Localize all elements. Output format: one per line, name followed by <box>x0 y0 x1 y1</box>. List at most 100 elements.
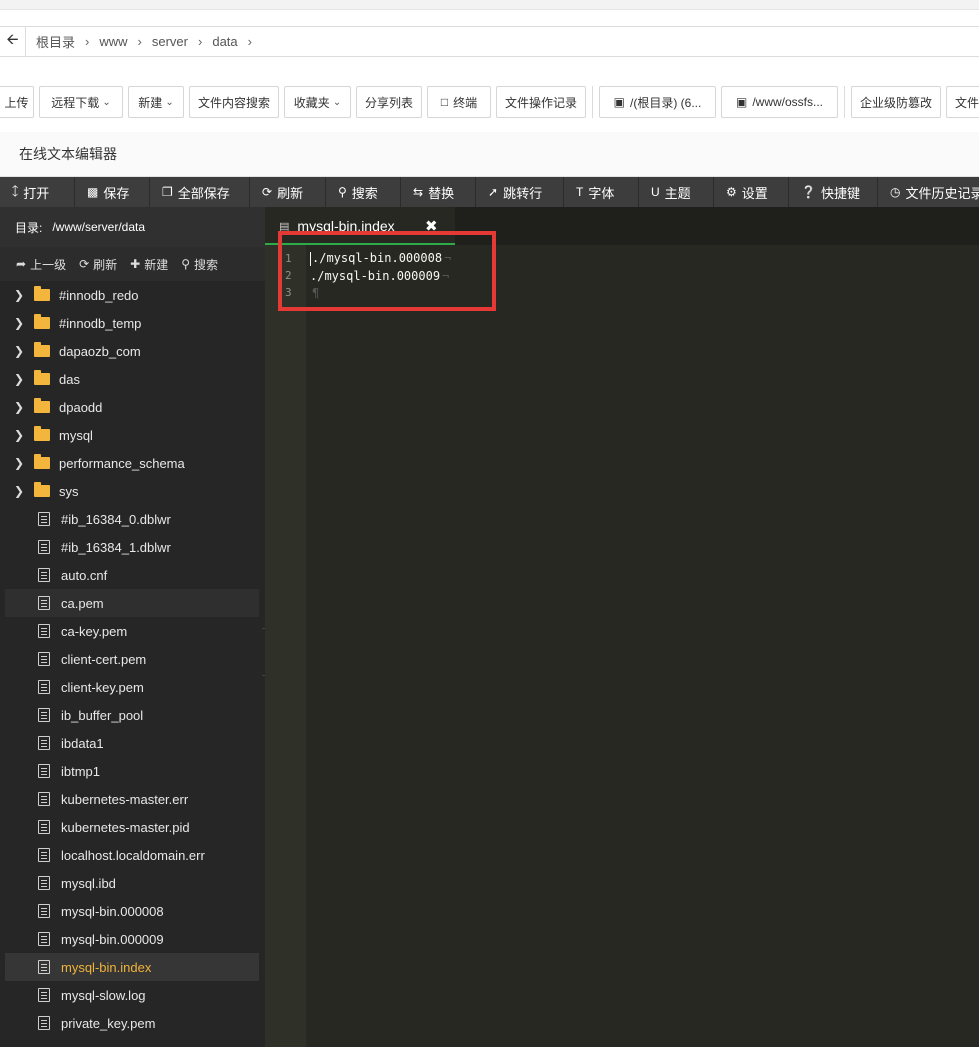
remote-download-button[interactable]: 远程下载 ⌄ <box>39 86 123 118</box>
file-icon <box>38 512 50 526</box>
folder-item[interactable]: ❯ #innodb_temp <box>5 309 259 337</box>
menu-theme[interactable]: U 主题 <box>639 177 714 207</box>
parent-dir-button[interactable]: ➦ 上一级 <box>16 256 66 273</box>
folder-item[interactable]: ❯ das <box>5 365 259 393</box>
file-name: ibdata1 <box>61 735 104 751</box>
menu-font[interactable]: T 字体 <box>564 177 639 207</box>
file-name: auto.cnf <box>61 567 108 583</box>
chevron-right-icon[interactable]: ❯ <box>14 372 30 386</box>
file-name: ca.pem <box>61 595 104 611</box>
file-name: client-cert.pem <box>61 651 147 667</box>
chevron-right-icon[interactable]: ❯ <box>14 316 30 330</box>
file-item[interactable]: kubernetes-master.pid <box>5 813 259 841</box>
chevron-right-icon[interactable]: ❯ <box>14 456 30 470</box>
terminal-button[interactable]: □ 终端 <box>427 86 491 118</box>
editor-window-title: 在线文本编辑器 <box>0 132 979 177</box>
chevron-right-icon: › <box>247 34 252 49</box>
chevron-down-icon: ⌄ <box>332 96 342 108</box>
favorites-button[interactable]: 收藏夹 ⌄ <box>284 86 351 118</box>
search-icon: ⚲ <box>338 185 347 199</box>
refresh-icon: ⟳ <box>262 185 273 199</box>
file-item[interactable]: auto.cnf <box>5 561 259 589</box>
line-number-gutter <box>265 245 306 1047</box>
upload-button[interactable]: 上传 <box>0 86 34 118</box>
file-name: mysql-bin.000009 <box>61 931 164 947</box>
replace-icon: ⇆ <box>413 185 424 199</box>
file-icon <box>38 540 50 554</box>
folder-item[interactable]: ❯ mysql <box>5 421 259 449</box>
sidebar-search-button[interactable]: ⚲ 搜索 <box>181 256 218 273</box>
file-name: kubernetes-master.err <box>61 791 189 807</box>
code-editor[interactable]: ▤ mysql-bin.index ✖ 1 ./mysql-bin.000008 ¬… <box>265 207 979 1047</box>
breadcrumb-root[interactable]: 根目录 <box>36 32 75 51</box>
chevron-right-icon[interactable]: ❯ <box>14 484 30 498</box>
disk-root-button[interactable]: ▣/(根目录) (6... <box>599 86 716 118</box>
chevron-right-icon: › <box>137 34 142 49</box>
file-item[interactable]: client-key.pem <box>5 673 259 701</box>
file-item[interactable]: ca-key.pem <box>5 617 259 645</box>
menu-refresh[interactable]: ⟳ 刷新 <box>250 177 326 207</box>
folder-item[interactable]: ❯ dapaozb_com <box>5 337 259 365</box>
menu-save[interactable]: ▩ 保存 <box>75 177 150 207</box>
new-dropdown-button[interactable]: 新建 ⌄ <box>128 86 184 118</box>
chevron-right-icon[interactable]: ❯ <box>14 400 30 414</box>
folder-name: #innodb_redo <box>59 287 139 303</box>
chevron-right-icon[interactable]: ❯ <box>14 344 30 358</box>
breadcrumb-www[interactable]: www <box>99 34 127 49</box>
file-item[interactable]: kubernetes-master.err <box>5 785 259 813</box>
file-icon <box>38 736 50 750</box>
sidebar-new-button[interactable]: ✚ 新建 <box>130 256 168 273</box>
gear-icon: ⚙ <box>726 185 737 199</box>
file-name: mysql-bin.index <box>61 959 152 975</box>
file-item[interactable]: mysql.ibd <box>5 869 259 897</box>
chevron-right-icon: › <box>198 34 203 49</box>
file-icon <box>38 932 50 946</box>
top-strip <box>0 0 979 10</box>
file-item[interactable]: mysql-bin.000009 <box>5 925 259 953</box>
breadcrumb-data[interactable]: data <box>212 34 237 49</box>
menu-open[interactable]: 🡙 打开 <box>0 177 75 207</box>
upload-icon: 🡙 <box>12 183 19 198</box>
menu-save-all[interactable]: ❐ 全部保存 <box>150 177 250 207</box>
menu-file-history[interactable]: ◷ 文件历史记录 <box>878 177 979 207</box>
chevron-right-icon[interactable]: ❯ <box>14 428 30 442</box>
more-button[interactable]: 文件 <box>946 86 979 118</box>
directory-path: /www/server/data <box>52 220 146 234</box>
folder-item[interactable]: ❯ dpaodd <box>5 393 259 421</box>
sidebar-directory: 目录: /www/server/data <box>0 207 265 247</box>
menu-search[interactable]: ⚲ 搜索 <box>326 177 401 207</box>
menu-shortcuts[interactable]: ❔ 快捷键 <box>789 177 878 207</box>
file-item[interactable]: ibdata1 <box>5 729 259 757</box>
file-item[interactable]: mysql-bin.index <box>5 953 259 981</box>
file-name: mysql-slow.log <box>61 987 146 1003</box>
back-arrow-icon[interactable]: 🡨 <box>0 27 26 56</box>
file-item[interactable]: ca.pem <box>5 589 259 617</box>
folder-item[interactable]: ❯ performance_schema <box>5 449 259 477</box>
divider <box>592 86 593 118</box>
file-item[interactable]: mysql-bin.000008 <box>5 897 259 925</box>
folder-name: performance_schema <box>59 455 185 471</box>
folder-item[interactable]: ❯ sys <box>5 477 259 505</box>
breadcrumb-server[interactable]: server <box>152 34 188 49</box>
menu-settings[interactable]: ⚙ 设置 <box>714 177 789 207</box>
file-item[interactable]: mysql-slow.log <box>5 981 259 1009</box>
content-search-button[interactable]: 文件内容搜索 <box>189 86 279 118</box>
file-log-button[interactable]: 文件操作记录 <box>496 86 586 118</box>
menu-goto-line[interactable]: ➚ 跳转行 <box>476 177 564 207</box>
share-list-button[interactable]: 分享列表 <box>356 86 422 118</box>
file-item[interactable]: #ib_16384_0.dblwr <box>5 505 259 533</box>
menu-replace[interactable]: ⇆ 替换 <box>401 177 476 207</box>
sidebar-refresh-button[interactable]: ⟳ 刷新 <box>79 256 117 273</box>
highlight-box <box>278 231 496 311</box>
file-item[interactable]: #ib_16384_1.dblwr <box>5 533 259 561</box>
chevron-right-icon[interactable]: ❯ <box>14 288 30 302</box>
directory-label: 目录: <box>15 220 43 235</box>
file-item[interactable]: localhost.localdomain.err <box>5 841 259 869</box>
file-item[interactable]: ib_buffer_pool <box>5 701 259 729</box>
folder-item[interactable]: ❯ #innodb_redo <box>5 281 259 309</box>
file-item[interactable]: client-cert.pem <box>5 645 259 673</box>
disk-oss-button[interactable]: ▣/www/ossfs... <box>721 86 838 118</box>
tamper-protection-button[interactable]: 企业级防篡改 <box>851 86 941 118</box>
file-item[interactable]: ibtmp1 <box>5 757 259 785</box>
file-item[interactable]: private_key.pem <box>5 1009 259 1037</box>
